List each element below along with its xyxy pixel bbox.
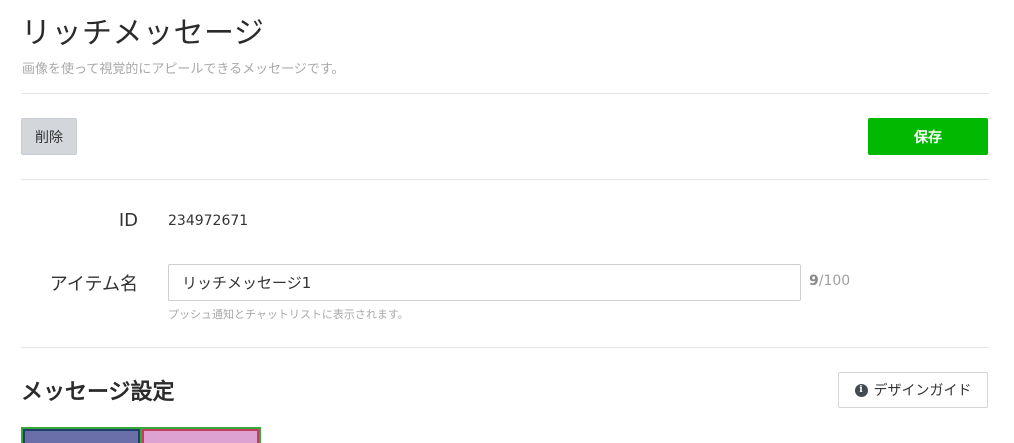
design-guide-label: デザインガイド [873, 383, 972, 399]
id-label: ID [118, 210, 138, 231]
divider [21, 179, 989, 180]
id-value: 234972671 [168, 213, 249, 229]
item-name-label: アイテム名 [49, 274, 138, 295]
item-name-help: プッシュ通知とチャットリストに表示されます。 [168, 308, 409, 321]
rich-message-layout-preview[interactable] [21, 427, 261, 443]
item-name-input[interactable] [168, 264, 801, 301]
delete-button[interactable]: 削除 [21, 118, 77, 155]
rich-message-page: リッチメッセージ 画像を使って視覚的にアピールできるメッセージです。 削除 保存… [0, 0, 1014, 443]
divider [21, 93, 989, 94]
divider [21, 347, 989, 348]
info-icon: i [854, 383, 868, 397]
layout-area-a[interactable] [23, 429, 140, 443]
item-name-max: /100 [818, 273, 851, 289]
item-name-count: 9 [809, 273, 819, 289]
page-title: リッチメッセージ [21, 16, 265, 51]
design-guide-button[interactable]: i デザインガイド [838, 372, 988, 408]
save-button[interactable]: 保存 [868, 118, 988, 155]
item-name-counter: 9/100 [809, 273, 850, 289]
message-settings-title: メッセージ設定 [21, 380, 175, 405]
page-subtitle: 画像を使って視覚的にアピールできるメッセージです。 [22, 62, 345, 77]
layout-area-b[interactable] [142, 429, 259, 443]
